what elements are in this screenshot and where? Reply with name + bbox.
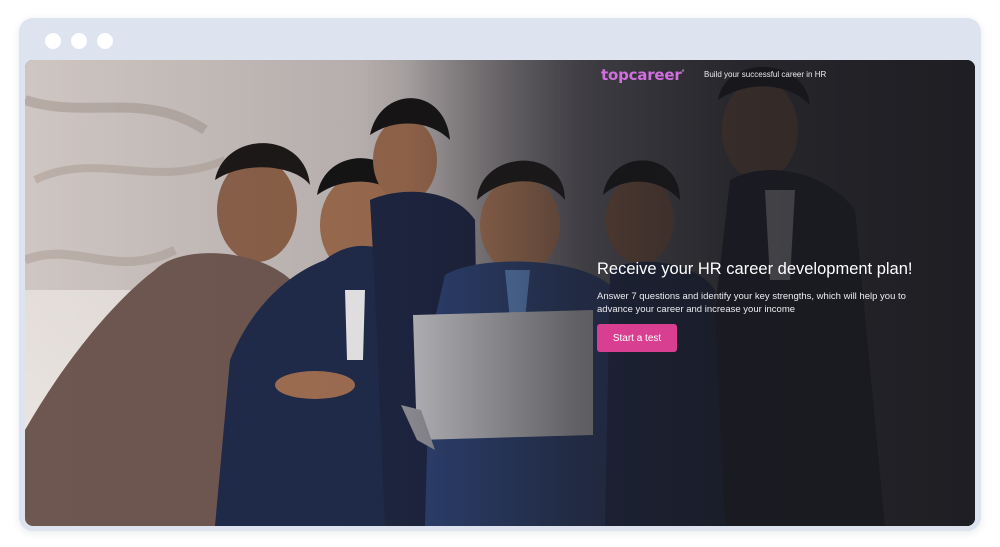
landing-page: topcareer° Build your successful career … [25, 60, 975, 526]
window-dot-icon[interactable] [97, 33, 113, 49]
header-tagline: Build your successful career in HR [704, 70, 827, 79]
logo[interactable]: topcareer° [601, 66, 685, 84]
window-dot-icon[interactable] [45, 33, 61, 49]
hero-title: Receive your HR career development plan! [597, 260, 913, 278]
hero-description: Answer 7 questions and identify your key… [597, 291, 906, 315]
browser-window: topcareer° Build your successful career … [19, 18, 981, 531]
window-controls [45, 33, 113, 49]
logo-text: topcareer [601, 66, 682, 84]
logo-mark: ° [681, 69, 685, 76]
window-dot-icon[interactable] [71, 33, 87, 49]
start-test-button[interactable]: Start a test [597, 324, 677, 352]
